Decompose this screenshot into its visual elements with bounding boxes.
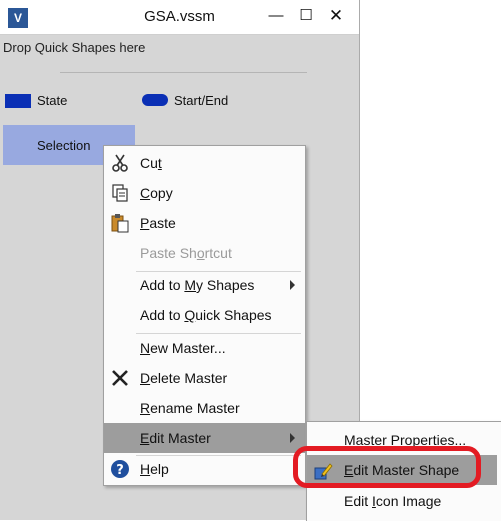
svg-text:?: ? <box>116 463 124 478</box>
menu-item-new-master[interactable]: New Master... <box>104 333 305 363</box>
menu-item-add-to-my-shapes[interactable]: Add to My Shapes <box>104 270 305 300</box>
menu-item-delete-master[interactable]: Delete Master <box>104 363 305 393</box>
rounded-shape-icon <box>142 94 168 106</box>
title-bar: V GSA.vssm — ☐ ✕ <box>0 0 359 35</box>
menu-item-help[interactable]: ? Help <box>104 454 305 484</box>
menu-item-paste[interactable]: Paste <box>104 208 305 238</box>
menu-item-copy[interactable]: Copy <box>104 178 305 208</box>
help-icon: ? <box>111 460 129 478</box>
submenu-item-edit-icon-image[interactable]: Edit Icon Image <box>307 486 501 516</box>
maximize-button[interactable]: ☐ <box>296 6 316 26</box>
paste-icon <box>111 214 129 233</box>
copy-icon <box>112 184 128 202</box>
submenu-arrow-icon <box>290 433 295 443</box>
minimize-button[interactable]: — <box>266 6 286 26</box>
menu-item-rename-master[interactable]: Rename Master <box>104 393 305 423</box>
shape-label: Start/End <box>174 93 229 108</box>
menu-item-cut[interactable]: Cut <box>104 148 305 178</box>
red-highlight-annotation <box>293 446 481 488</box>
scissors-icon <box>112 154 128 172</box>
delete-x-icon <box>112 370 128 386</box>
selection-label: Selection <box>37 138 91 153</box>
shape-label: State <box>37 93 68 108</box>
menu-item-add-to-quick-shapes[interactable]: Add to Quick Shapes <box>104 300 305 330</box>
context-menu: Cut Copy Paste Paste Shortcut Add to My … <box>103 145 306 486</box>
quick-shapes-drop-label: Drop Quick Shapes here <box>3 40 146 55</box>
quick-shapes-divider <box>60 72 307 73</box>
submenu-arrow-icon <box>290 280 295 290</box>
menu-item-edit-master[interactable]: Edit Master <box>104 423 305 453</box>
close-button[interactable]: ✕ <box>326 6 346 26</box>
menu-item-paste-shortcut: Paste Shortcut <box>140 245 232 261</box>
rectangle-shape-icon <box>5 94 31 108</box>
